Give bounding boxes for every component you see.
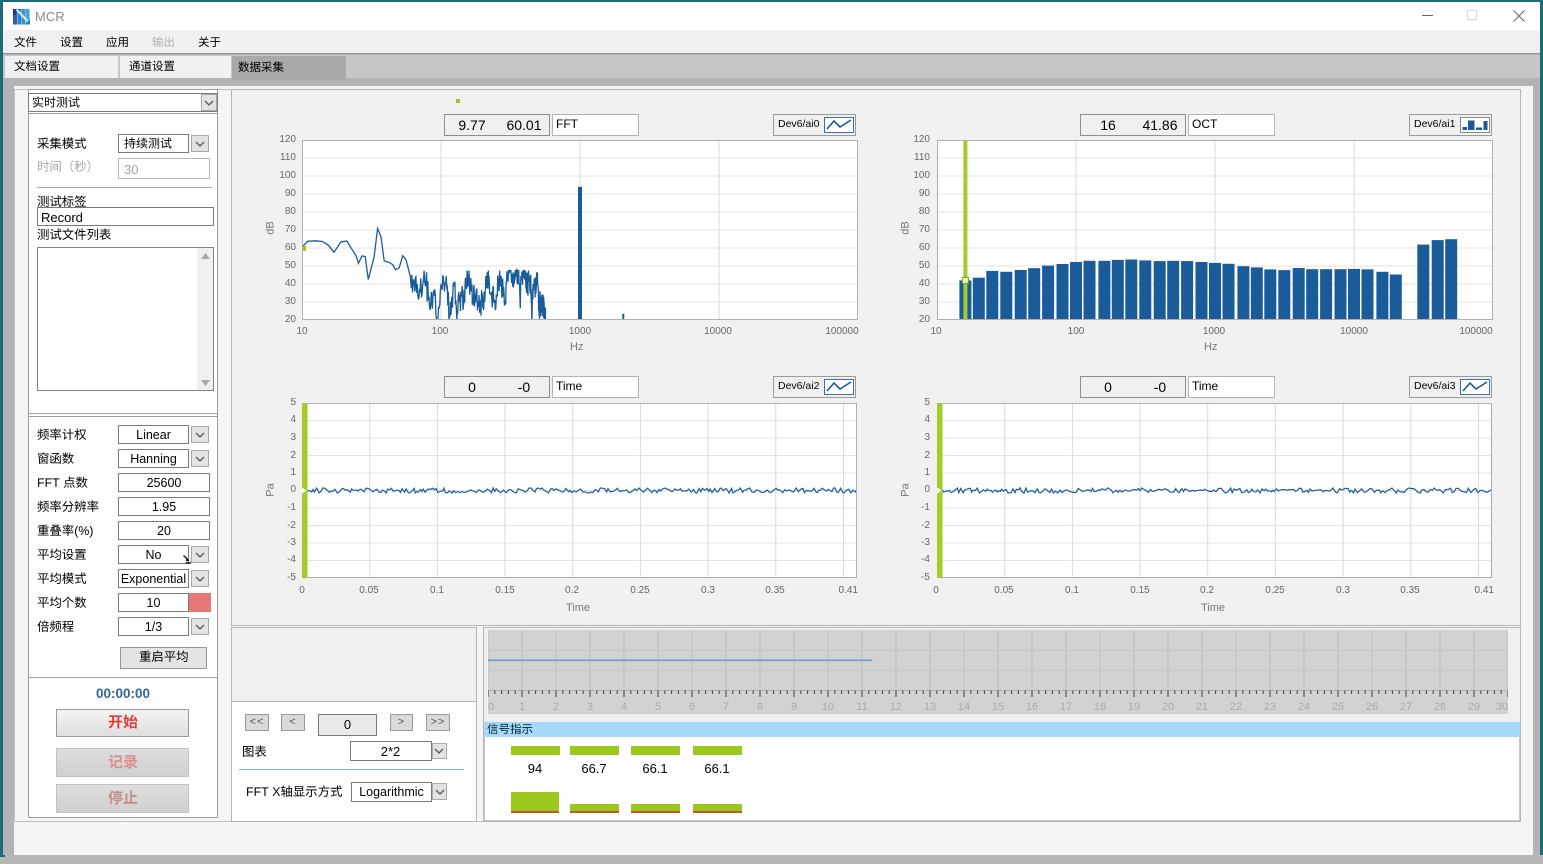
svg-text:18: 18 bbox=[1093, 701, 1105, 713]
svg-text:12: 12 bbox=[889, 701, 901, 713]
svg-text:19: 19 bbox=[1127, 701, 1139, 713]
svg-text:8: 8 bbox=[756, 701, 762, 713]
svg-text:14: 14 bbox=[957, 701, 969, 713]
svg-text:3: 3 bbox=[586, 701, 592, 713]
svg-text:30: 30 bbox=[1495, 701, 1507, 713]
svg-text:11: 11 bbox=[856, 701, 867, 713]
svg-text:9: 9 bbox=[790, 701, 796, 713]
svg-text:10: 10 bbox=[821, 701, 833, 713]
svg-text:27: 27 bbox=[1399, 701, 1411, 713]
svg-text:23: 23 bbox=[1263, 701, 1275, 713]
svg-text:22: 22 bbox=[1229, 701, 1241, 713]
svg-text:1: 1 bbox=[518, 701, 524, 713]
svg-text:21: 21 bbox=[1195, 701, 1207, 713]
svg-text:13: 13 bbox=[923, 701, 935, 713]
svg-text:0: 0 bbox=[488, 701, 494, 713]
svg-text:4: 4 bbox=[620, 701, 626, 713]
svg-text:20: 20 bbox=[1161, 701, 1173, 713]
svg-text:7: 7 bbox=[722, 701, 728, 713]
svg-text:29: 29 bbox=[1467, 701, 1479, 713]
svg-text:16: 16 bbox=[1025, 701, 1037, 713]
svg-text:25: 25 bbox=[1331, 701, 1343, 713]
svg-text:15: 15 bbox=[991, 701, 1003, 713]
svg-text:28: 28 bbox=[1433, 701, 1445, 713]
svg-text:6: 6 bbox=[688, 701, 694, 713]
svg-text:24: 24 bbox=[1297, 701, 1309, 713]
svg-text:2: 2 bbox=[552, 701, 558, 713]
svg-text:26: 26 bbox=[1365, 701, 1377, 713]
svg-text:5: 5 bbox=[654, 701, 660, 713]
svg-text:17: 17 bbox=[1059, 701, 1071, 713]
